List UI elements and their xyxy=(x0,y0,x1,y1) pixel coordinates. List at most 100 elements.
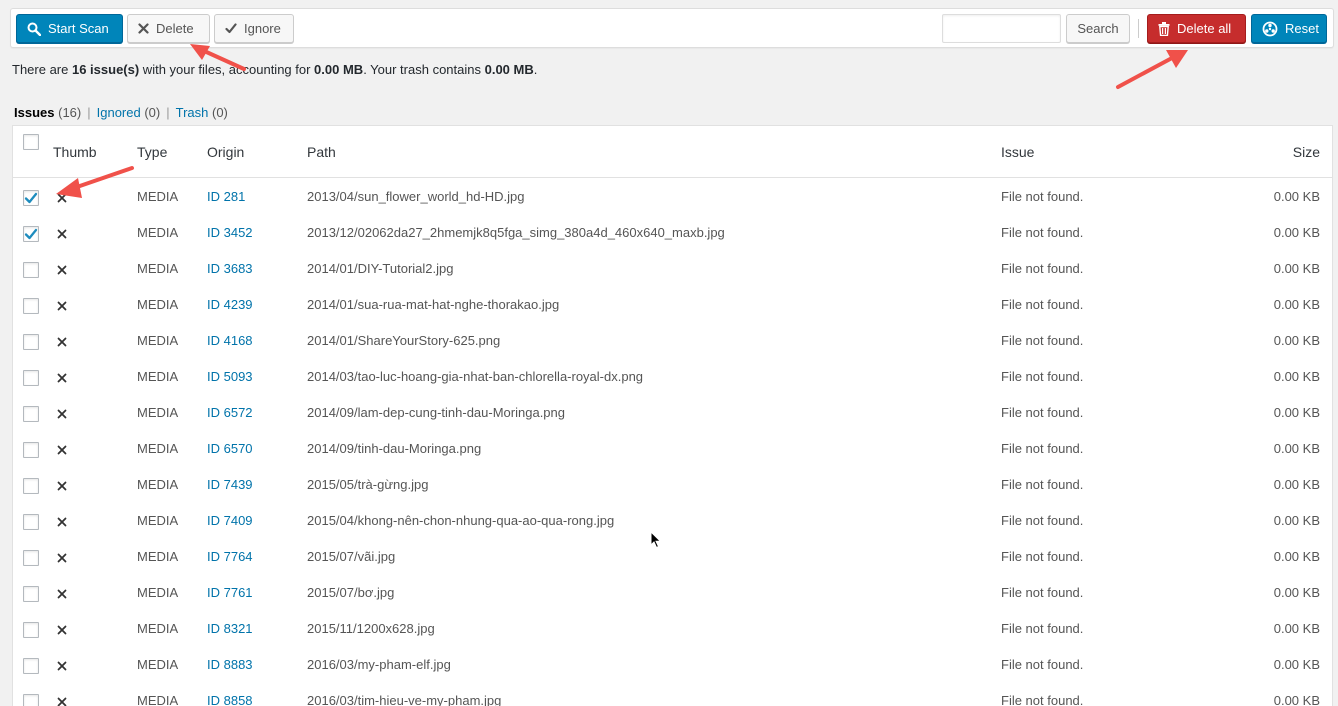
reset-icon xyxy=(1262,21,1278,36)
thumb-cell xyxy=(57,659,67,674)
column-size[interactable]: Size xyxy=(1293,144,1320,160)
summary-size: 0.00 MB xyxy=(314,62,364,77)
type-cell: MEDIA xyxy=(137,693,179,706)
filter-issues[interactable]: Issues (16) xyxy=(14,105,81,120)
filter-ignored-label: Ignored xyxy=(96,105,141,120)
path-cell: 2016/03/tim-hieu-ve-my-pham.jpg xyxy=(307,693,502,706)
path-cell: 2013/12/02062da27_2hmemjk8q5fga_simg_380… xyxy=(307,225,725,240)
column-path[interactable]: Path xyxy=(307,144,336,160)
row-checkbox[interactable] xyxy=(23,226,39,242)
column-type[interactable]: Type xyxy=(137,144,167,160)
issue-cell: File not found. xyxy=(1001,225,1084,240)
issue-cell: File not found. xyxy=(1001,261,1084,276)
search-label: Search xyxy=(1077,21,1119,36)
size-cell: 0.00 KB xyxy=(1273,693,1320,706)
checkmark-icon xyxy=(24,192,38,204)
row-checkbox[interactable] xyxy=(23,622,39,638)
origin-link[interactable]: ID 7761 xyxy=(207,585,253,600)
search-button[interactable]: Search xyxy=(1066,14,1130,43)
column-origin[interactable]: Origin xyxy=(207,144,244,160)
size-cell: 0.00 KB xyxy=(1273,369,1320,384)
row-checkbox[interactable] xyxy=(23,190,39,206)
delete-button[interactable]: Delete xyxy=(127,14,210,43)
column-issue[interactable]: Issue xyxy=(1001,144,1034,160)
type-cell: MEDIA xyxy=(137,225,179,240)
size-cell: 0.00 KB xyxy=(1273,513,1320,528)
filter-divider: | xyxy=(87,105,91,120)
filter-divider: | xyxy=(166,105,170,120)
origin-link[interactable]: ID 7409 xyxy=(207,513,253,528)
filter-ignored[interactable]: Ignored xyxy=(97,105,141,120)
origin-link[interactable]: ID 7764 xyxy=(207,549,253,564)
issue-cell: File not found. xyxy=(1001,333,1084,348)
filter-issues-count: (16) xyxy=(58,105,82,120)
type-cell: MEDIA xyxy=(137,621,179,636)
missing-thumb-icon xyxy=(57,697,67,706)
table-row: MEDIA ID 7761 2015/07/bơ.jpg File not found… xyxy=(13,574,1332,610)
reset-label: Reset xyxy=(1285,21,1319,36)
origin-link[interactable]: ID 8858 xyxy=(207,693,253,706)
issues-table: Thumb Type Origin Path Issue Size MEDIA I… xyxy=(12,125,1333,706)
start-scan-button[interactable]: Start Scan xyxy=(16,14,123,43)
table-row: MEDIA ID 8321 2015/11/1200x628.jpg File not… xyxy=(13,610,1332,646)
table-body: MEDIA ID 281 2013/04/sun_flower_world_hd-H… xyxy=(13,178,1332,706)
filter-trash[interactable]: Trash xyxy=(176,105,209,120)
ignore-button[interactable]: Ignore xyxy=(214,14,294,43)
row-checkbox[interactable] xyxy=(23,298,39,314)
origin-link[interactable]: ID 4168 xyxy=(207,333,253,348)
table-row: MEDIA ID 4168 2014/01/ShareYourStory-625.p… xyxy=(13,322,1332,358)
column-thumb[interactable]: Thumb xyxy=(53,144,97,160)
size-cell: 0.00 KB xyxy=(1273,585,1320,600)
thumb-cell xyxy=(57,263,67,278)
summary-mid: with your files, accounting for xyxy=(139,62,315,77)
table-row: MEDIA ID 6572 2014/09/lam-dep-cung-tinh-da… xyxy=(13,394,1332,430)
type-cell: MEDIA xyxy=(137,261,179,276)
table-row: MEDIA ID 3452 2013/12/02062da27_2hmemjk8q5… xyxy=(13,214,1332,250)
row-checkbox[interactable] xyxy=(23,478,39,494)
missing-thumb-icon xyxy=(57,517,67,527)
issue-cell: File not found. xyxy=(1001,369,1084,384)
trash-icon xyxy=(1158,21,1170,36)
size-cell: 0.00 KB xyxy=(1273,657,1320,672)
origin-link[interactable]: ID 6570 xyxy=(207,441,253,456)
row-checkbox[interactable] xyxy=(23,370,39,386)
row-checkbox[interactable] xyxy=(23,586,39,602)
row-checkbox[interactable] xyxy=(23,334,39,350)
search-input[interactable] xyxy=(942,14,1061,43)
select-all-checkbox[interactable] xyxy=(23,134,39,150)
origin-link[interactable]: ID 5093 xyxy=(207,369,253,384)
origin-link[interactable]: ID 8883 xyxy=(207,657,253,672)
delete-label: Delete xyxy=(156,21,194,36)
table-row: MEDIA ID 8858 2016/03/tim-hieu-ve-my-pham.… xyxy=(13,682,1332,706)
path-cell: 2014/01/ShareYourStory-625.png xyxy=(307,333,501,348)
origin-link[interactable]: ID 8321 xyxy=(207,621,253,636)
row-checkbox[interactable] xyxy=(23,406,39,422)
origin-link[interactable]: ID 4239 xyxy=(207,297,253,312)
origin-link[interactable]: ID 7439 xyxy=(207,477,253,492)
summary-suffix: . xyxy=(533,62,538,77)
row-checkbox[interactable] xyxy=(23,694,39,706)
type-cell: MEDIA xyxy=(137,657,179,672)
missing-thumb-icon xyxy=(57,301,67,311)
row-checkbox[interactable] xyxy=(23,550,39,566)
thumb-cell xyxy=(57,227,67,242)
origin-link[interactable]: ID 281 xyxy=(207,189,245,204)
delete-all-button[interactable]: Delete all xyxy=(1147,14,1246,43)
table-row: MEDIA ID 8883 2016/03/my-pham-elf.jpg File … xyxy=(13,646,1332,682)
type-cell: MEDIA xyxy=(137,513,179,528)
type-cell: MEDIA xyxy=(137,441,179,456)
reset-button[interactable]: Reset xyxy=(1251,14,1327,43)
path-cell: 2014/01/sua-rua-mat-hat-nghe-thorakao.jp… xyxy=(307,297,560,312)
row-checkbox[interactable] xyxy=(23,658,39,674)
table-row: MEDIA ID 7439 2015/05/trà-gừng.jpg File not… xyxy=(13,466,1332,502)
row-checkbox[interactable] xyxy=(23,442,39,458)
row-checkbox[interactable] xyxy=(23,262,39,278)
missing-thumb-icon xyxy=(57,481,67,491)
row-checkbox[interactable] xyxy=(23,514,39,530)
origin-link[interactable]: ID 6572 xyxy=(207,405,253,420)
summary-trash-size: 0.00 MB xyxy=(484,62,534,77)
origin-link[interactable]: ID 3452 xyxy=(207,225,253,240)
origin-link[interactable]: ID 3683 xyxy=(207,261,253,276)
path-cell: 2016/03/my-pham-elf.jpg xyxy=(307,657,451,672)
thumb-cell xyxy=(57,587,67,602)
